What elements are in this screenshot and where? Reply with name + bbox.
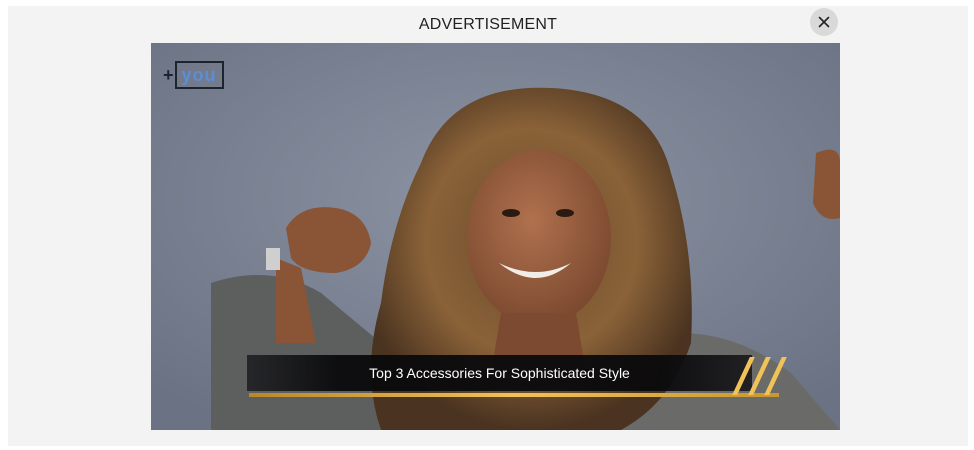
brand-logo: + you xyxy=(163,61,224,89)
video-caption-banner: Top 3 Accessories For Sophisticated Styl… xyxy=(247,355,787,397)
video-caption-text: Top 3 Accessories For Sophisticated Styl… xyxy=(369,365,630,381)
caption-gold-underline xyxy=(249,393,779,397)
advertisement-panel: ADVERTISEMENT + you Top 3 Accessories Fo… xyxy=(8,6,968,446)
close-icon xyxy=(818,16,830,28)
brand-logo-plus: + xyxy=(163,65,174,85)
ad-video-player[interactable]: + you Top 3 Accessories For Sophisticate… xyxy=(151,43,840,430)
close-ad-button[interactable] xyxy=(810,8,838,36)
brand-logo-text: you xyxy=(174,61,224,89)
